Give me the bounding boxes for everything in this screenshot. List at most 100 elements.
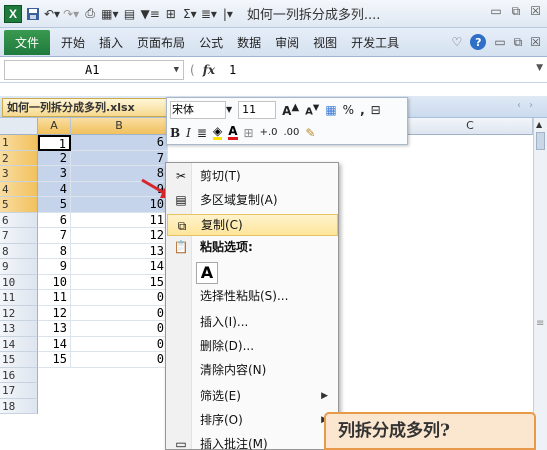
bold-button[interactable]: B [170,126,180,140]
cell-a[interactable]: 2 [38,150,71,166]
cell-a[interactable]: 8 [38,243,71,259]
cell-a[interactable]: 14 [38,336,71,352]
row-header[interactable]: 17 [0,383,38,399]
formula-cancel-icon[interactable]: ( [190,63,195,77]
tab-review[interactable]: 审阅 [268,30,306,55]
percent-button[interactable]: % [343,103,354,117]
tab-file[interactable]: 文件 [4,29,51,55]
shrink-font-button[interactable]: A▼ [305,102,319,117]
menu-item-cut[interactable]: ✂ 剪切(T) [167,165,338,187]
customize-qat-icon[interactable]: |▾ [220,4,236,24]
cell-b[interactable]: 0 [71,290,168,306]
row-header[interactable]: 14 [0,336,38,352]
formula-expand-icon[interactable]: ▼ [536,63,543,73]
column-header-b[interactable]: B [71,118,168,135]
grow-font-button[interactable]: A▲ [282,102,299,118]
fill-color-icon[interactable]: ◈ [212,125,223,140]
cell-a[interactable]: 10 [38,274,71,290]
name-box[interactable]: A1 ▼ [4,59,184,80]
doc-minimize-icon[interactable]: ▭ [494,35,505,49]
workbook-nav-arrows-icon[interactable]: ‹› [517,100,541,111]
cell-a[interactable]: 5 [38,197,71,213]
row-header[interactable]: 18 [0,398,38,414]
row-header[interactable]: 5 [0,197,38,213]
comma-button[interactable]: , [360,103,365,117]
font-name-dropdown-icon[interactable]: ▼ [226,105,232,114]
menu-item-sort[interactable]: 排序(O)▶ [167,409,338,431]
row-header[interactable]: 8 [0,243,38,259]
cell-a[interactable]: 6 [38,212,71,228]
menu-item-multi-area-copy[interactable]: ▤ 多区域复制(A) [167,189,338,211]
scroll-up-icon[interactable]: ▲ [536,120,542,129]
paste-option-keep-format[interactable]: A [196,262,218,284]
row-header[interactable]: 1 [0,135,38,151]
cell-b[interactable]: 0 [71,352,168,368]
row-header[interactable]: 10 [0,274,38,290]
cell-b[interactable]: 13 [71,243,168,259]
format-painter-icon[interactable]: ▦ [325,103,336,117]
row-header[interactable]: 4 [0,181,38,197]
paste-qat-icon[interactable]: ▤ [122,4,138,24]
tab-home[interactable]: 开始 [54,30,92,55]
cell-a[interactable]: 9 [38,259,71,275]
align-icon[interactable]: ≣▾ [201,4,217,24]
cell-b[interactable]: 14 [71,259,168,275]
vertical-scrollbar[interactable]: ▲ ≡ [533,118,547,450]
menu-item-paste-special[interactable]: 选择性粘贴(S)... [167,285,338,307]
eraser-icon[interactable]: ✎ [305,126,315,140]
column-header-c[interactable]: C [408,118,533,135]
redo-icon[interactable]: ↷▾ [63,4,79,24]
row-header[interactable]: 9 [0,259,38,275]
restore-icon[interactable]: ⧉ [512,4,521,19]
split-handle-icon[interactable]: ≡ [536,318,544,329]
cell-b[interactable]: 0 [71,321,168,337]
tab-insert[interactable]: 插入 [92,30,130,55]
column-header-a[interactable]: A [38,118,71,135]
tab-page-layout[interactable]: 页面布局 [130,30,192,55]
row-header[interactable]: 6 [0,212,38,228]
cell-b[interactable]: 0 [71,305,168,321]
formula-input[interactable]: 1 [229,63,236,77]
undo-icon[interactable]: ↶▾ [44,4,60,24]
tab-formulas[interactable]: 公式 [192,30,230,55]
print-preview-icon[interactable]: ⎙ [82,4,98,24]
row-header[interactable]: 15 [0,352,38,368]
row-header[interactable]: 3 [0,166,38,182]
cell-a[interactable]: 15 [38,352,71,368]
font-color-button[interactable]: A [228,125,238,140]
row-header[interactable]: 12 [0,305,38,321]
row-header[interactable]: 2 [0,150,38,166]
ribbon-collapse-icon[interactable]: ♡ [452,35,463,49]
minimize-icon[interactable]: ▭ [490,4,501,19]
scroll-thumb[interactable] [536,132,545,150]
cell-b[interactable]: 15 [71,274,168,290]
menu-item-insert[interactable]: 插入(I)... [167,311,338,333]
excel-app-icon[interactable]: X [4,4,22,24]
cell-a[interactable]: 7 [38,228,71,244]
cell-a[interactable]: 3 [38,166,71,182]
name-box-dropdown-icon[interactable]: ▼ [174,61,179,79]
row-header[interactable]: 11 [0,290,38,306]
merge-icon[interactable]: ⊟ [371,103,381,117]
cell-a[interactable]: 11 [38,290,71,306]
save-icon[interactable] [25,4,41,24]
border-icon[interactable]: ⊞ [244,126,254,140]
cell-b[interactable]: 6 [71,135,168,151]
menu-item-insert-comment[interactable]: ▭ 插入批注(M) [167,433,338,450]
menu-item-copy[interactable]: ⧉ 复制(C) [167,214,338,236]
cell-a[interactable]: 1 [38,135,71,151]
font-size-input[interactable]: 11 [238,100,277,119]
cell-a[interactable]: 12 [38,305,71,321]
tab-view[interactable]: 视图 [306,30,344,55]
menu-item-filter[interactable]: 筛选(E) ▶ [167,385,338,407]
layout-icon[interactable]: ▦▾ [101,4,118,24]
help-icon[interactable]: ? [470,34,487,50]
sum-icon[interactable]: Σ▾ [182,4,198,24]
cell-b[interactable]: 0 [71,336,168,352]
row-header[interactable]: 7 [0,228,38,244]
row-header[interactable]: 16 [0,367,38,383]
row-header[interactable]: 13 [0,321,38,337]
doc-restore-icon[interactable]: ⧉ [514,35,523,50]
cell-a[interactable]: 4 [38,181,71,197]
increase-decimal-button[interactable]: +.0 [260,127,278,138]
